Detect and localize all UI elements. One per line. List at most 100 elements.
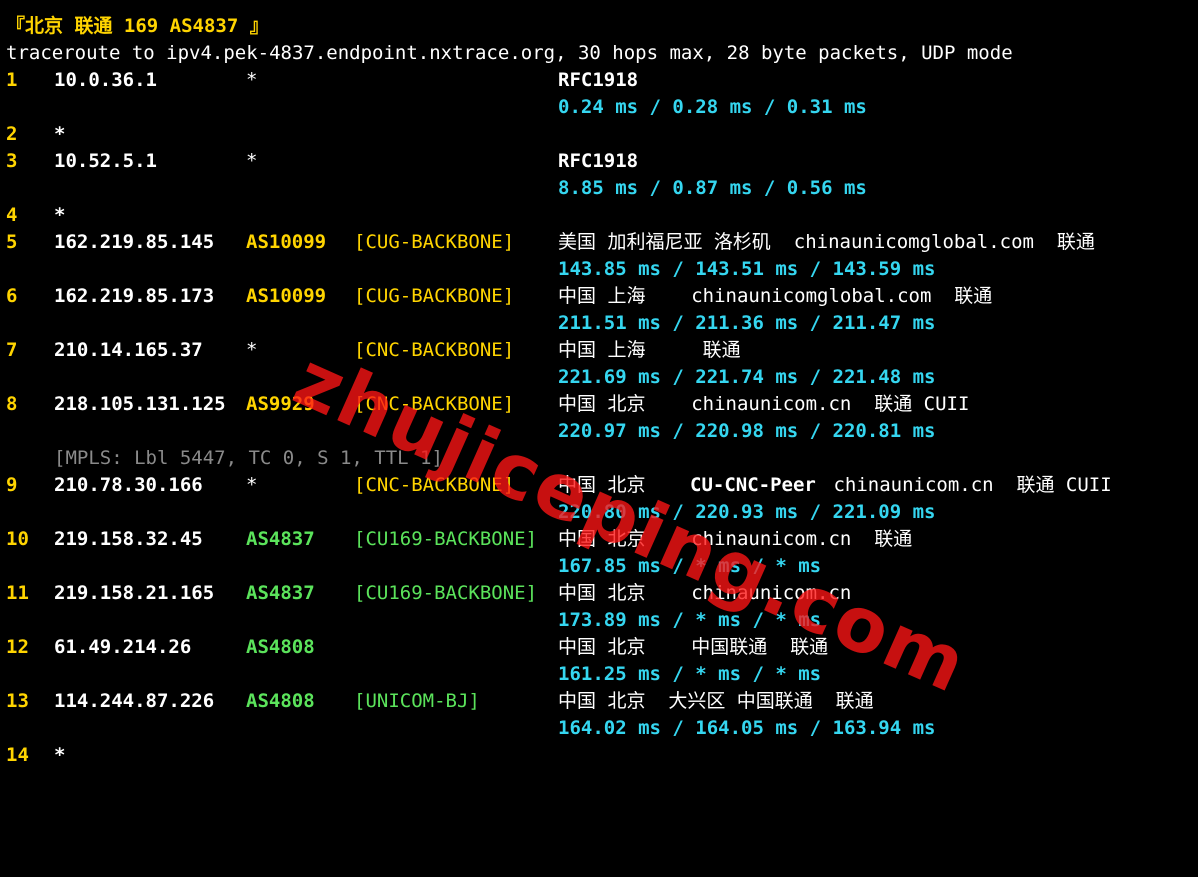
hop-number: 6	[6, 285, 18, 307]
hop-row: 8 218.105.131.125 AS9929 [CNC-BACKBONE] …	[0, 391, 969, 418]
hop-rtt: 164.02 ms / 164.05 ms / 163.94 ms	[558, 717, 936, 739]
hop-rtt: 143.85 ms / 143.51 ms / 143.59 ms	[558, 258, 936, 280]
hop-row: 9 210.78.30.166 * [CNC-BACKBONE] 中国 北京 C…	[0, 472, 1112, 499]
hop-rtt-row: 173.89 ms / * ms / * ms	[0, 607, 821, 634]
hop-geo: 美国 加利福尼亚 洛杉矶 chinaunicomglobal.com 联通	[558, 231, 1095, 253]
hop-geo-extra: chinaunicom.cn 联通 CUII	[822, 474, 1112, 496]
hop-ip: 218.105.131.125	[54, 393, 226, 415]
hop-ip: 10.52.5.1	[54, 150, 157, 172]
terminal-window: 『北京 联通 169 AS4837 』 traceroute to ipv4.p…	[0, 0, 1198, 775]
hop-asn: AS4837	[246, 582, 315, 604]
hop-row: 5 162.219.85.145 AS10099 [CUG-BACKBONE] …	[0, 229, 1095, 256]
hop-geo: RFC1918	[558, 150, 639, 172]
hop-row: 3 10.52.5.1 * RFC1918	[0, 148, 638, 175]
hop-ip: 162.219.85.173	[54, 285, 215, 307]
hop-row: 10 219.158.32.45 AS4837 [CU169-BACKBONE]…	[0, 526, 912, 553]
hop-rtt: 0.24 ms / 0.28 ms / 0.31 ms	[558, 96, 867, 118]
hop-asn: *	[246, 474, 258, 496]
hop-number: 13	[6, 690, 29, 712]
hop-geo: 中国 上海 chinaunicomglobal.com 联通	[558, 285, 993, 307]
hop-backbone-tag: [CU169-BACKBONE]	[354, 528, 538, 550]
hop-backbone-tag: [CUG-BACKBONE]	[354, 231, 515, 253]
hop-rtt: 173.89 ms / * ms / * ms	[558, 609, 822, 631]
hop-asn: AS10099	[246, 231, 327, 253]
hop-asn: *	[246, 69, 258, 91]
hop-asn: AS10099	[246, 285, 327, 307]
hop-rtt-row: 220.80 ms / 220.93 ms / 221.09 ms	[0, 499, 936, 526]
mpls-label: [MPLS: Lbl 5447, TC 0, S 1, TTL 1]	[54, 447, 443, 469]
hop-rtt-row: 161.25 ms / * ms / * ms	[0, 661, 821, 688]
hop-backbone-tag: [UNICOM-BJ]	[354, 690, 480, 712]
hop-backbone-tag: [CNC-BACKBONE]	[354, 339, 515, 361]
hop-geo: 中国 北京	[558, 474, 669, 496]
hop-ip: *	[54, 204, 66, 226]
trace-command: traceroute to ipv4.pek-4837.endpoint.nxt…	[6, 42, 1013, 64]
hop-rtt: 8.85 ms / 0.87 ms / 0.56 ms	[558, 177, 867, 199]
hop-row: 14 *	[0, 742, 65, 769]
hop-rtt-row: 220.97 ms / 220.98 ms / 220.81 ms	[0, 418, 936, 445]
hop-ip: 210.14.165.37	[54, 339, 203, 361]
hop-number: 11	[6, 582, 29, 604]
hop-rtt-row: 164.02 ms / 164.05 ms / 163.94 ms	[0, 715, 936, 742]
hop-row: 12 61.49.214.26 AS4808 中国 北京 中国联通 联通	[0, 634, 828, 661]
hop-peer-label: CU-CNC-Peer	[690, 474, 816, 496]
hop-rtt: 220.97 ms / 220.98 ms / 220.81 ms	[558, 420, 936, 442]
hop-geo: 中国 北京 chinaunicom.cn 联通	[558, 528, 913, 550]
hop-row: 4 *	[0, 202, 65, 229]
hop-rtt: 220.80 ms / 220.93 ms / 221.09 ms	[558, 501, 936, 523]
hop-ip: 114.244.87.226	[54, 690, 215, 712]
hop-geo: 中国 北京 中国联通 联通	[558, 636, 829, 658]
hop-geo: RFC1918	[558, 69, 639, 91]
hop-number: 9	[6, 474, 18, 496]
hop-backbone-tag: [CU169-BACKBONE]	[354, 582, 538, 604]
hop-asn: AS4837	[246, 528, 315, 550]
hop-ip: *	[54, 123, 66, 145]
hop-row: 6 162.219.85.173 AS10099 [CUG-BACKBONE] …	[0, 283, 992, 310]
trace-title-line: 『北京 联通 169 AS4837 』	[0, 13, 269, 40]
hop-row: 2 *	[0, 121, 65, 148]
hop-number: 10	[6, 528, 29, 550]
hop-geo: 中国 北京 大兴区 中国联通 联通	[558, 690, 874, 712]
hop-asn: AS4808	[246, 690, 315, 712]
hop-geo: 中国 上海 联通	[558, 339, 741, 361]
hop-number: 5	[6, 231, 18, 253]
hop-ip: 219.158.21.165	[54, 582, 215, 604]
hop-backbone-tag: [CNC-BACKBONE]	[354, 474, 515, 496]
hop-backbone-tag: [CNC-BACKBONE]	[354, 393, 515, 415]
hop-row: 13 114.244.87.226 AS4808 [UNICOM-BJ] 中国 …	[0, 688, 874, 715]
hop-ip: 162.219.85.145	[54, 231, 215, 253]
hop-asn: *	[246, 339, 258, 361]
hop-asn: AS9929	[246, 393, 315, 415]
hop-rtt: 167.85 ms / * ms / * ms	[558, 555, 822, 577]
hop-rtt-row: 221.69 ms / 221.74 ms / 221.48 ms	[0, 364, 936, 391]
hop-ip: 210.78.30.166	[54, 474, 203, 496]
hop-number: 4	[6, 204, 18, 226]
hop-ip: 219.158.32.45	[54, 528, 203, 550]
hop-rtt: 161.25 ms / * ms / * ms	[558, 663, 822, 685]
hop-row: 11 219.158.21.165 AS4837 [CU169-BACKBONE…	[0, 580, 851, 607]
hop-number: 2	[6, 123, 18, 145]
hop-ip: 61.49.214.26	[54, 636, 192, 658]
hop-number: 14	[6, 744, 29, 766]
hop-backbone-tag: [CUG-BACKBONE]	[354, 285, 515, 307]
hop-row: 7 210.14.165.37 * [CNC-BACKBONE] 中国 上海 联…	[0, 337, 741, 364]
hop-ip: 10.0.36.1	[54, 69, 157, 91]
hop-rtt-row: 167.85 ms / * ms / * ms	[0, 553, 821, 580]
hop-ip: *	[54, 744, 66, 766]
hop-geo: 中国 北京 chinaunicom.cn	[558, 582, 852, 604]
trace-command-line: traceroute to ipv4.pek-4837.endpoint.nxt…	[0, 40, 1013, 67]
hop-number: 7	[6, 339, 18, 361]
hop-rtt: 211.51 ms / 211.36 ms / 211.47 ms	[558, 312, 936, 334]
hop-rtt-row: 211.51 ms / 211.36 ms / 211.47 ms	[0, 310, 936, 337]
hop-number: 8	[6, 393, 18, 415]
hop-number: 3	[6, 150, 18, 172]
hop-geo: 中国 北京 chinaunicom.cn 联通 CUII	[558, 393, 970, 415]
hop-number: 1	[6, 69, 18, 91]
hop-row: 1 10.0.36.1 * RFC1918	[0, 67, 638, 94]
hop-asn: *	[246, 150, 258, 172]
hop-number: 12	[6, 636, 29, 658]
hop-asn: AS4808	[246, 636, 315, 658]
hop-rtt-row: 0.24 ms / 0.28 ms / 0.31 ms	[0, 94, 867, 121]
mpls-row: [MPLS: Lbl 5447, TC 0, S 1, TTL 1]	[0, 445, 443, 472]
hop-rtt: 221.69 ms / 221.74 ms / 221.48 ms	[558, 366, 936, 388]
